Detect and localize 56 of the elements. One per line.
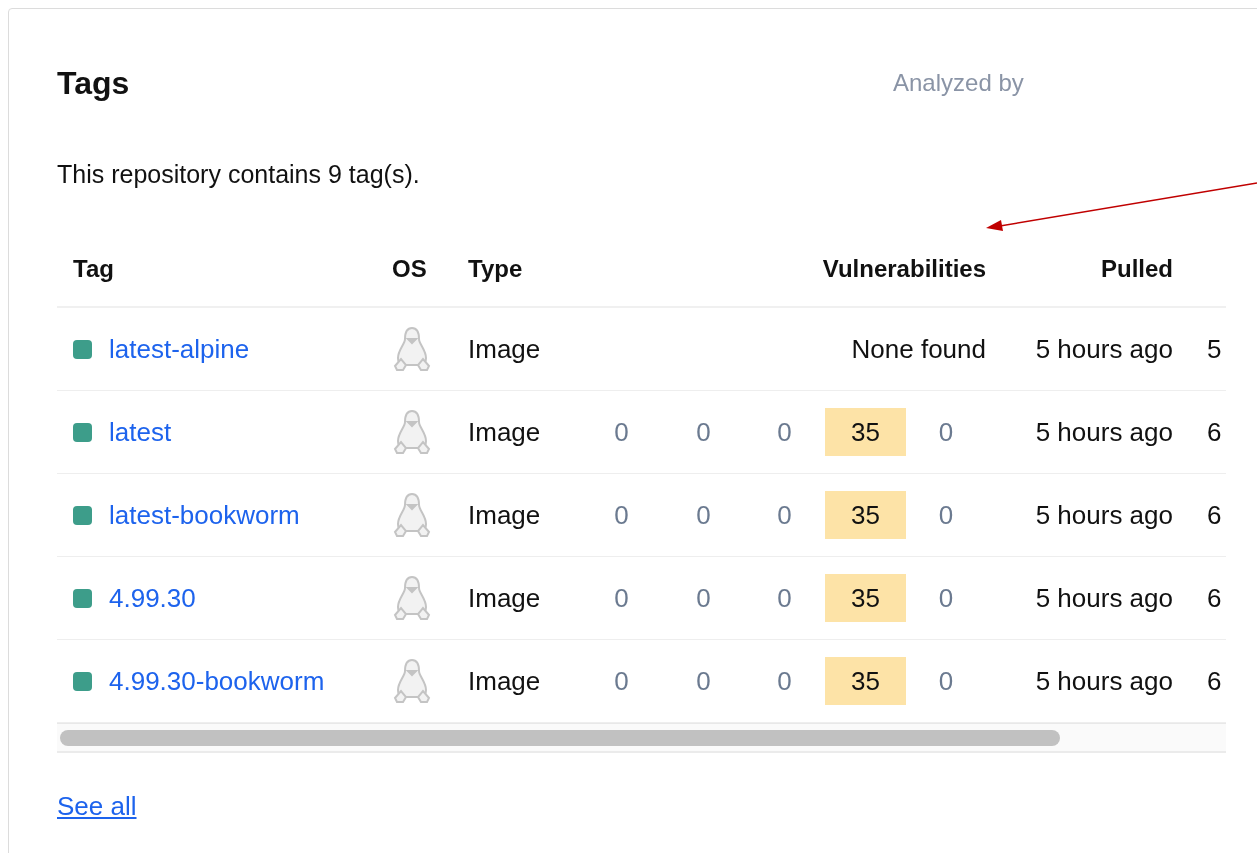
vulnerability-count: 0 — [777, 416, 792, 448]
type-cell-text: Image — [467, 665, 542, 697]
vulnerability-count: 0 — [614, 582, 629, 614]
type-cell-text: Image — [467, 582, 542, 614]
tag-link[interactable]: 4.99.30-bookworm — [109, 665, 325, 697]
column-header: OS — [391, 254, 427, 283]
column-header: Vulnerabilities — [822, 254, 986, 283]
card-title: Tags — [57, 64, 131, 102]
table-cell-text: 6 — [1206, 416, 1223, 448]
vulnerability-count: 0 — [938, 416, 954, 448]
table-cell-text: 6 — [1206, 665, 1223, 697]
vulnerabilities-cell: None found — [851, 333, 986, 365]
tag-link[interactable]: latest-bookworm — [109, 499, 300, 531]
description-text: This repository contains 9 tag(s). — [57, 159, 421, 189]
penguin-icon — [392, 658, 432, 704]
scrollbar-thumb[interactable] — [60, 729, 1060, 746]
vulnerability-count: 0 — [614, 665, 629, 697]
vulnerability-count: 0 — [614, 416, 629, 448]
vulnerability-count: 0 — [938, 582, 954, 614]
vulnerability-count: 0 — [777, 499, 792, 531]
pulled-cell: 5 hours ago — [1035, 665, 1173, 697]
tag-link[interactable]: latest-alpine — [109, 333, 250, 365]
penguin-icon — [392, 575, 432, 621]
penguin-icon — [392, 409, 432, 455]
vulnerability-count: 0 — [696, 665, 711, 697]
vulnerability-count: 0 — [696, 499, 711, 531]
see-all-link[interactable]: See all — [57, 791, 137, 822]
column-header: Pulled — [1101, 254, 1173, 283]
type-cell-text: Image — [467, 499, 542, 531]
pulled-cell: 5 hours ago — [1035, 333, 1173, 365]
vulnerability-count: 35 — [825, 491, 906, 539]
vulnerability-count: 0 — [696, 582, 711, 614]
table-cell-text: 6 — [1206, 582, 1223, 614]
column-header: Tag — [72, 254, 114, 283]
tag-link[interactable]: 4.99.30 — [109, 582, 196, 614]
vulnerability-count: 0 — [777, 582, 792, 614]
pulled-cell: 5 hours ago — [1035, 499, 1173, 531]
vulnerability-count: 35 — [825, 408, 906, 456]
column-header: Type — [467, 254, 523, 283]
vulnerability-count: 35 — [825, 657, 906, 705]
vulnerability-count: 0 — [938, 665, 954, 697]
vulnerability-count: 0 — [777, 665, 792, 697]
penguin-icon — [392, 326, 432, 372]
tag-link[interactable]: latest — [109, 416, 172, 448]
type-cell-text: Image — [467, 333, 542, 365]
vulnerability-count: 0 — [696, 416, 711, 448]
vulnerability-count: 0 — [938, 499, 954, 531]
analyzed-by-label: Analyzed by — [893, 69, 1024, 97]
type-cell-text: Image — [467, 416, 542, 448]
table-cell-text: 6 — [1206, 499, 1223, 531]
pulled-cell: 5 hours ago — [1035, 416, 1173, 448]
pulled-cell: 5 hours ago — [1035, 582, 1173, 614]
vulnerability-count: 0 — [614, 499, 629, 531]
vulnerability-count: 35 — [825, 574, 906, 622]
table-cell-text: 5 — [1206, 333, 1223, 365]
penguin-icon — [392, 492, 432, 538]
